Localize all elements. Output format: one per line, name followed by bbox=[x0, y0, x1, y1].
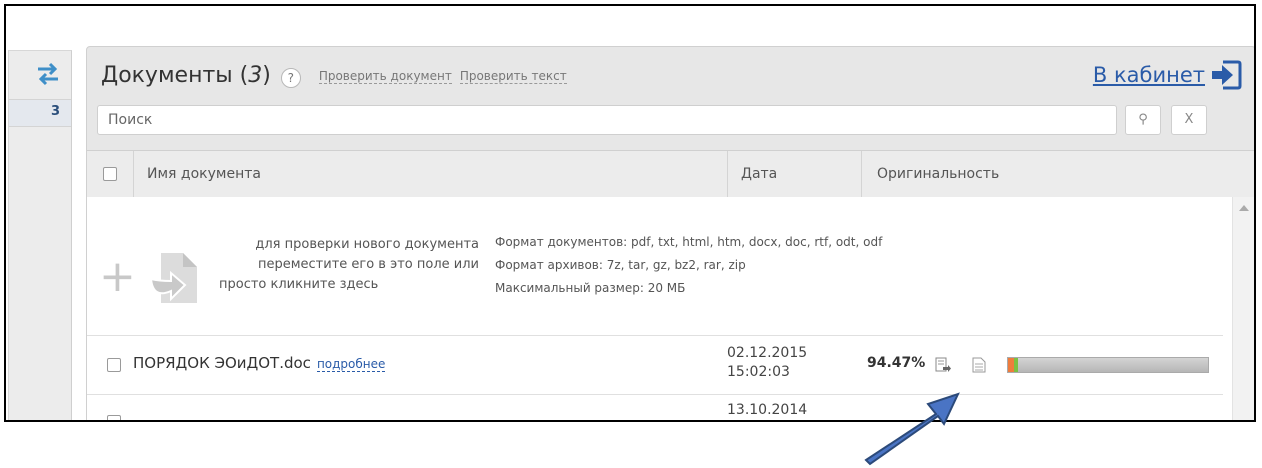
cabinet-link[interactable]: В кабинет bbox=[1093, 59, 1243, 91]
sidebar: 3 bbox=[8, 50, 72, 420]
column-divider bbox=[861, 151, 862, 197]
select-all-checkbox[interactable] bbox=[103, 167, 117, 181]
column-originality-header[interactable]: Оригинальность bbox=[877, 151, 999, 197]
max-size: Максимальный размер: 20 МБ bbox=[495, 281, 686, 295]
column-divider bbox=[727, 151, 728, 197]
search-bar: ⚲ X bbox=[97, 105, 1245, 139]
scrollbar[interactable] bbox=[1232, 197, 1254, 420]
originality-bar bbox=[1007, 357, 1209, 373]
plus-icon: + bbox=[99, 251, 136, 302]
upload-document-icon bbox=[149, 253, 197, 303]
sidebar-header bbox=[9, 51, 71, 100]
clear-search-button[interactable]: X bbox=[1171, 105, 1207, 135]
help-icon[interactable]: ? bbox=[280, 68, 301, 88]
document-count: 3 bbox=[248, 63, 263, 88]
folder-count: 3 bbox=[50, 104, 60, 119]
check-document-link[interactable]: Проверить документ bbox=[318, 69, 452, 84]
sidebar-folder-item[interactable]: 3 bbox=[9, 100, 71, 127]
column-divider bbox=[133, 151, 134, 197]
format-info: Формат документов: pdf, txt, html, htm, … bbox=[495, 231, 882, 300]
document-date: 02.12.2015 15:02:03 bbox=[727, 345, 808, 380]
browser-frame: 3 Документы (3) ? Проверить документ Про… bbox=[4, 4, 1256, 422]
page-title: Документы (3) bbox=[101, 63, 271, 88]
documents-panel: Документы (3) ? Проверить документ Прове… bbox=[86, 46, 1254, 420]
upload-dropzone[interactable]: + для проверки нового документа перемест… bbox=[87, 197, 1223, 336]
table-body: + для проверки нового документа перемест… bbox=[87, 197, 1254, 420]
cabinet-label: В кабинет bbox=[1092, 63, 1205, 87]
upload-instructions: для проверки нового документа переместит… bbox=[219, 237, 479, 292]
row-checkbox[interactable] bbox=[107, 415, 121, 420]
scroll-up-arrow[interactable] bbox=[1239, 205, 1249, 211]
login-icon bbox=[1212, 60, 1242, 90]
search-button[interactable]: ⚲ bbox=[1125, 105, 1161, 135]
export-report-icon[interactable] bbox=[935, 357, 951, 373]
originality-value: 94.47% bbox=[867, 355, 926, 371]
table-header: Имя документа Дата Оригинальность bbox=[87, 150, 1254, 198]
search-input[interactable] bbox=[97, 105, 1117, 135]
citation-segment bbox=[1014, 358, 1018, 372]
report-document-icon[interactable] bbox=[971, 357, 987, 373]
swap-icon[interactable] bbox=[35, 61, 61, 87]
check-text-link[interactable]: Проверить текст bbox=[459, 69, 567, 84]
table-row[interactable]: ПОРЯДОК ЭОиДОТ.doc подробнее 02.12.2015 1… bbox=[87, 336, 1223, 395]
panel-header: Документы (3) ? Проверить документ Прове… bbox=[101, 63, 567, 97]
column-name-header[interactable]: Имя документа bbox=[147, 151, 261, 197]
search-icon: ⚲ bbox=[1138, 112, 1148, 127]
annotation-arrow bbox=[864, 392, 960, 466]
column-date-header[interactable]: Дата bbox=[741, 151, 777, 197]
document-date: 13.10.2014 bbox=[727, 402, 808, 418]
archive-formats: Формат архивов: 7z, tar, gz, bz2, rar, z… bbox=[495, 258, 746, 272]
document-name[interactable]: ПОРЯДОК ЭОиДОТ.doc подробнее bbox=[133, 354, 386, 372]
table-row[interactable]: 13.10.2014 bbox=[87, 395, 1223, 420]
details-link[interactable]: подробнее bbox=[316, 357, 386, 372]
document-formats: Формат документов: pdf, txt, html, htm, … bbox=[495, 235, 883, 249]
row-checkbox[interactable] bbox=[107, 358, 121, 372]
